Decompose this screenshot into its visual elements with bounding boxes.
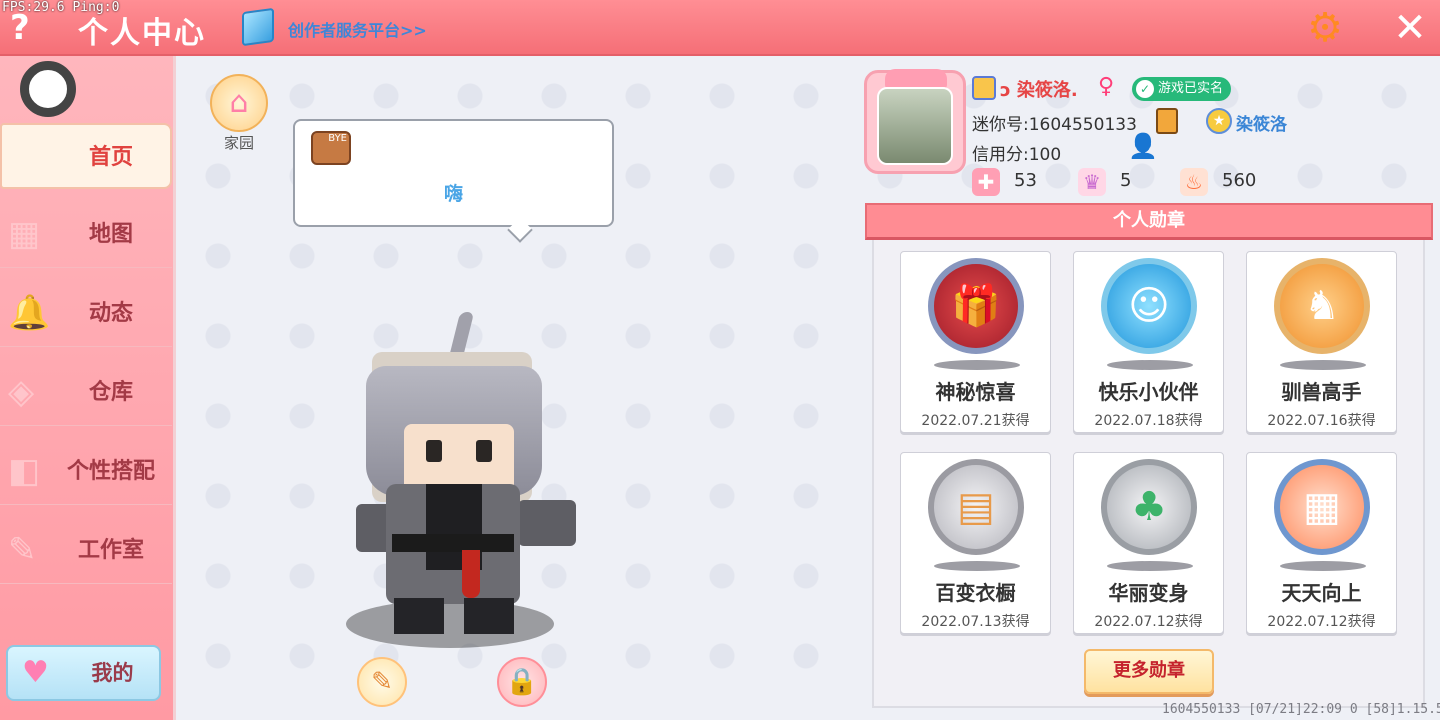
username: ɔ 染筱洛.: [1000, 80, 1078, 101]
character-tassel: [462, 550, 480, 598]
edit-pencil-icon[interactable]: ✎: [357, 657, 407, 707]
creator-platform-link[interactable]: 创作者服务平台>>: [288, 17, 427, 41]
copy-id-icon[interactable]: [1156, 108, 1178, 134]
heart-icon: ♥: [22, 655, 49, 690]
female-gender-icon: ♀: [1098, 74, 1115, 99]
badge-date: 2022.07.16获得: [1267, 413, 1376, 429]
badge-name: 华丽变身: [1108, 581, 1189, 605]
badge-name: 神秘惊喜: [935, 380, 1016, 404]
box-icon: ◈: [8, 372, 35, 412]
sidebar-item-home[interactable]: 首页: [0, 123, 172, 189]
speech-bubble: BYE 嗨: [293, 119, 614, 243]
sidebar-item-label: 动态: [88, 301, 133, 326]
record-toggle-button[interactable]: [20, 61, 76, 117]
calendar-medal-icon: ▦: [1274, 459, 1370, 555]
badge-name: 驯兽高手: [1281, 380, 1362, 404]
house-icon: ⌂: [210, 74, 268, 132]
verified-label: 游戏已实名: [1158, 81, 1224, 96]
mini-id: 迷你号:1604550133: [972, 115, 1137, 135]
sidebar-item-label: 地图: [88, 222, 133, 247]
badges-title: 个人勋章: [1113, 210, 1185, 231]
health-plus-icon: ✚: [972, 168, 1000, 196]
fans-icon: ♛: [1078, 168, 1106, 196]
credit-score: 信用分:100: [972, 145, 1062, 165]
more-badges-button[interactable]: 更多勋章: [1084, 649, 1214, 694]
player-character[interactable]: [352, 312, 578, 642]
character-arm: [518, 500, 576, 546]
linked-name[interactable]: 染筱洛: [1236, 110, 1287, 135]
badge-date: 2022.07.12获得: [1267, 614, 1376, 630]
home-button[interactable]: ⌂ 家园: [210, 74, 268, 152]
badge-name: 天天向上: [1281, 581, 1362, 605]
avatar-portrait: [877, 87, 953, 165]
medal-plinth: [934, 561, 1020, 571]
bye-emoji-icon: BYE: [311, 131, 351, 165]
creator-cube-icon[interactable]: [242, 7, 274, 47]
friends-medal-icon: ☺: [1101, 258, 1197, 354]
settings-gear-icon[interactable]: ⚙: [1302, 6, 1348, 50]
badge-date: 2022.07.12获得: [1094, 614, 1203, 630]
sidebar-item-storage[interactable]: ◈ 仓库: [0, 360, 172, 426]
sidebar-item-map[interactable]: ▦ 地图: [0, 202, 172, 268]
character-belt: [392, 534, 514, 552]
character-eye: [476, 440, 492, 462]
sidebar-item-label: 工作室: [77, 538, 144, 563]
gift-medal-icon: 🎁: [928, 258, 1024, 354]
character-eye: [426, 440, 442, 462]
stat-value: 53: [1014, 170, 1037, 191]
sidebar-item-studio[interactable]: ✎ 工作室: [0, 518, 172, 584]
badge-card[interactable]: ☺ 快乐小伙伴 2022.07.18获得: [1073, 251, 1224, 433]
badge-card[interactable]: ♣ 华丽变身 2022.07.12获得: [1073, 452, 1224, 634]
badge-card[interactable]: ▤ 百变衣橱 2022.07.13获得: [900, 452, 1051, 634]
stat-value: 5: [1120, 170, 1132, 191]
lock-icon[interactable]: 🔒: [497, 657, 547, 707]
studio-icon: ✎: [8, 530, 37, 570]
wardrobe-medal-icon: ▤: [928, 459, 1024, 555]
sidebar: 首页 ▦ 地图 🔔 动态 ◈ 仓库 ◧ 个性搭配 ✎ 工作室 ♥ 我的: [0, 56, 176, 720]
badge-card[interactable]: 🎁 神秘惊喜 2022.07.21获得: [900, 251, 1051, 433]
mine-label: 我的: [91, 661, 134, 685]
verified-badge: ✓ 游戏已实名: [1132, 77, 1232, 101]
horse-medal-icon: ♞: [1274, 258, 1370, 354]
badge-date: 2022.07.18获得: [1094, 413, 1203, 429]
sidebar-item-label: 首页: [88, 145, 133, 170]
flame-icon: ♨: [1180, 168, 1208, 196]
map-icon: ▦: [8, 214, 41, 254]
sidebar-item-label: 仓库: [88, 380, 133, 405]
outfit-icon: ◧: [8, 451, 41, 491]
person-check-icon: ✓: [1136, 80, 1154, 98]
badge-card[interactable]: ▦ 天天向上 2022.07.12获得: [1246, 452, 1397, 634]
home-label: 家园: [223, 134, 254, 152]
medal-plinth: [1280, 360, 1366, 370]
sidebar-item-label: 个性搭配: [66, 459, 155, 484]
medal-plinth: [1107, 561, 1193, 571]
sidebar-item-feed[interactable]: 🔔 动态: [0, 281, 172, 347]
star-badge-icon: ★: [1206, 108, 1232, 134]
stat-value: 560: [1222, 170, 1257, 191]
top-bar: ? 个人中心 创作者服务平台>> ⚙ ✕: [0, 0, 1440, 56]
badge-date: 2022.07.13获得: [921, 614, 1030, 630]
avatar-frame-hat: [885, 69, 947, 89]
rank-badge-icon: [972, 76, 996, 100]
speech-text: 嗨: [443, 183, 463, 205]
fps-overlay: FPS:29.6 Ping:0: [2, 0, 120, 15]
avatar[interactable]: [864, 69, 966, 174]
badges-header: 个人勋章: [865, 203, 1433, 240]
bell-icon: 🔔: [8, 293, 51, 333]
id-card-icon[interactable]: 👤: [1128, 132, 1158, 160]
medal-plinth: [1280, 561, 1366, 571]
badge-name: 快乐小伙伴: [1098, 380, 1199, 404]
dino-medal-icon: ♣: [1101, 459, 1197, 555]
character-leg: [464, 598, 514, 634]
character-leg: [394, 598, 444, 634]
medal-plinth: [934, 360, 1020, 370]
badge-date: 2022.07.21获得: [921, 413, 1030, 429]
badge-name: 百变衣橱: [935, 581, 1016, 605]
sidebar-item-outfit[interactable]: ◧ 个性搭配: [0, 439, 172, 505]
badge-card[interactable]: ♞ 驯兽高手 2022.07.16获得: [1246, 251, 1397, 433]
mine-button[interactable]: ♥ 我的: [6, 645, 161, 701]
medal-plinth: [1107, 360, 1193, 370]
close-icon[interactable]: ✕: [1388, 6, 1432, 50]
build-info: 1604550133 [07/21]22:09 0 [58]1.15.5: [1162, 702, 1440, 717]
